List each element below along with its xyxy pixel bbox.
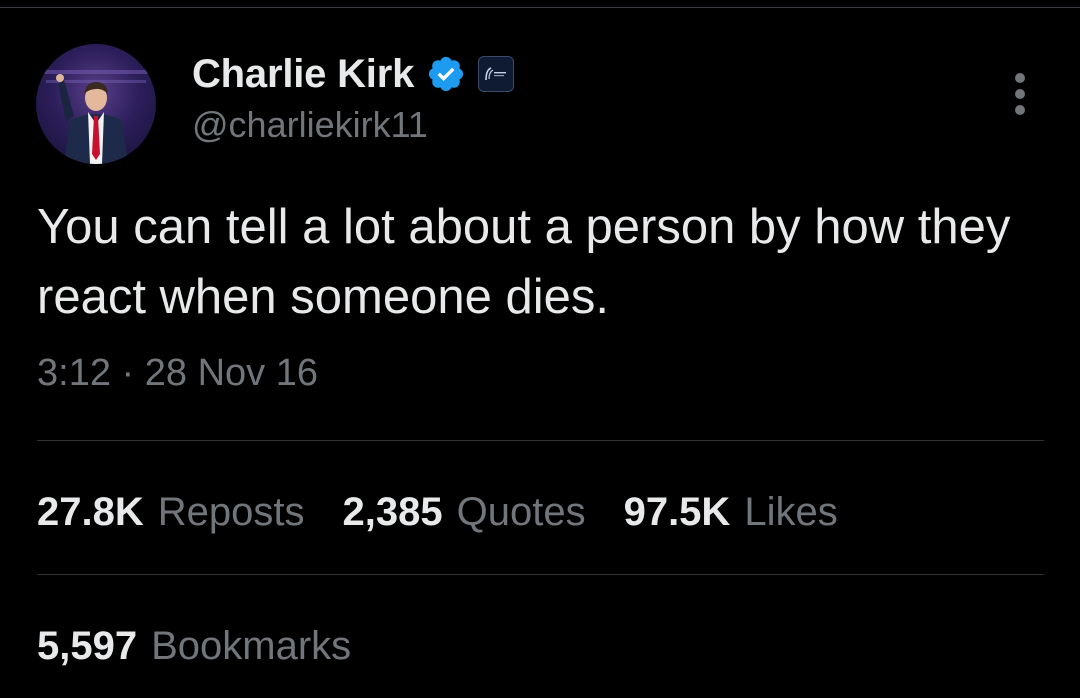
bookmarks-stat[interactable]: 5,597 Bookmarks <box>37 624 351 669</box>
display-name[interactable]: Charlie Kirk <box>192 52 414 97</box>
bookmarks-row: 5,597 Bookmarks <box>37 620 389 672</box>
tweet-timestamp[interactable]: 3:12 · 28 Nov 16 <box>37 352 318 395</box>
avatar[interactable] <box>36 44 156 164</box>
reposts-label: Reposts <box>157 489 305 534</box>
verified-badge-icon[interactable] <box>426 54 466 94</box>
more-vertical-icon <box>1015 73 1025 115</box>
top-border <box>0 0 1080 8</box>
reposts-count: 27.8K <box>37 489 144 534</box>
likes-count: 97.5K <box>623 489 731 534</box>
quotes-stat[interactable]: 2,385 Quotes <box>343 490 586 535</box>
tweet-time: 3:12 <box>37 352 111 394</box>
divider <box>37 440 1044 441</box>
timestamp-separator: · <box>121 352 135 394</box>
tweet-text: You can tell a lot about a person by how… <box>37 200 1011 324</box>
engagement-stats: 27.8K Reposts 2,385 Quotes 97.5K Likes <box>37 486 876 538</box>
author-row: Charlie Kirk <box>192 48 515 100</box>
reposts-stat[interactable]: 27.8K Reposts <box>37 490 305 535</box>
quotes-label: Quotes <box>456 489 586 534</box>
bookmarks-count: 5,597 <box>37 623 138 668</box>
profile-photo-icon <box>42 70 150 164</box>
quotes-count: 2,385 <box>342 489 443 534</box>
likes-stat[interactable]: 97.5K Likes <box>624 490 838 535</box>
organization-badge-icon[interactable] <box>478 56 515 92</box>
likes-label: Likes <box>744 489 838 534</box>
more-options-button[interactable] <box>1000 66 1040 122</box>
tweet-date: 28 Nov 16 <box>144 352 318 394</box>
divider <box>37 574 1044 575</box>
user-handle[interactable]: @charliekirk11 <box>192 104 428 146</box>
bookmarks-label: Bookmarks <box>151 623 352 668</box>
